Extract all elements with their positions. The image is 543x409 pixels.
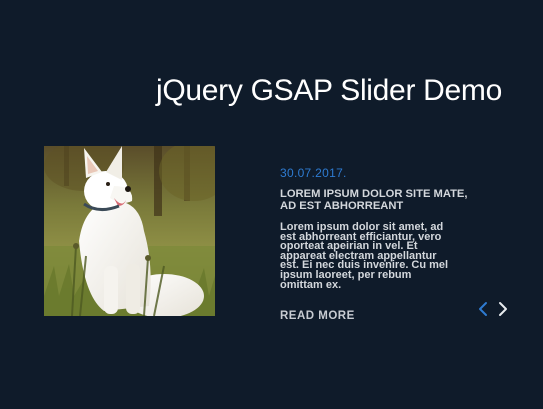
slide-body-text: Lorem ipsum dolor sit amet, ad est abhor… xyxy=(280,221,449,291)
slide-image xyxy=(44,146,215,316)
chevron-right-icon xyxy=(495,300,511,318)
read-more-link[interactable]: READ MORE xyxy=(280,310,355,322)
chevron-left-icon xyxy=(475,300,491,318)
slide-heading: LOREM IPSUM DOLOR SITE MATE, AD EST ABHO… xyxy=(280,188,468,212)
slide-date: 30.07.2017. xyxy=(280,166,347,180)
prev-slide-button[interactable] xyxy=(475,300,491,318)
slider-page: jQuery GSAP Slider Demo 30.07.2017. LORE… xyxy=(0,0,543,409)
page-title: jQuery GSAP Slider Demo xyxy=(155,74,502,107)
next-slide-button[interactable] xyxy=(495,300,511,318)
